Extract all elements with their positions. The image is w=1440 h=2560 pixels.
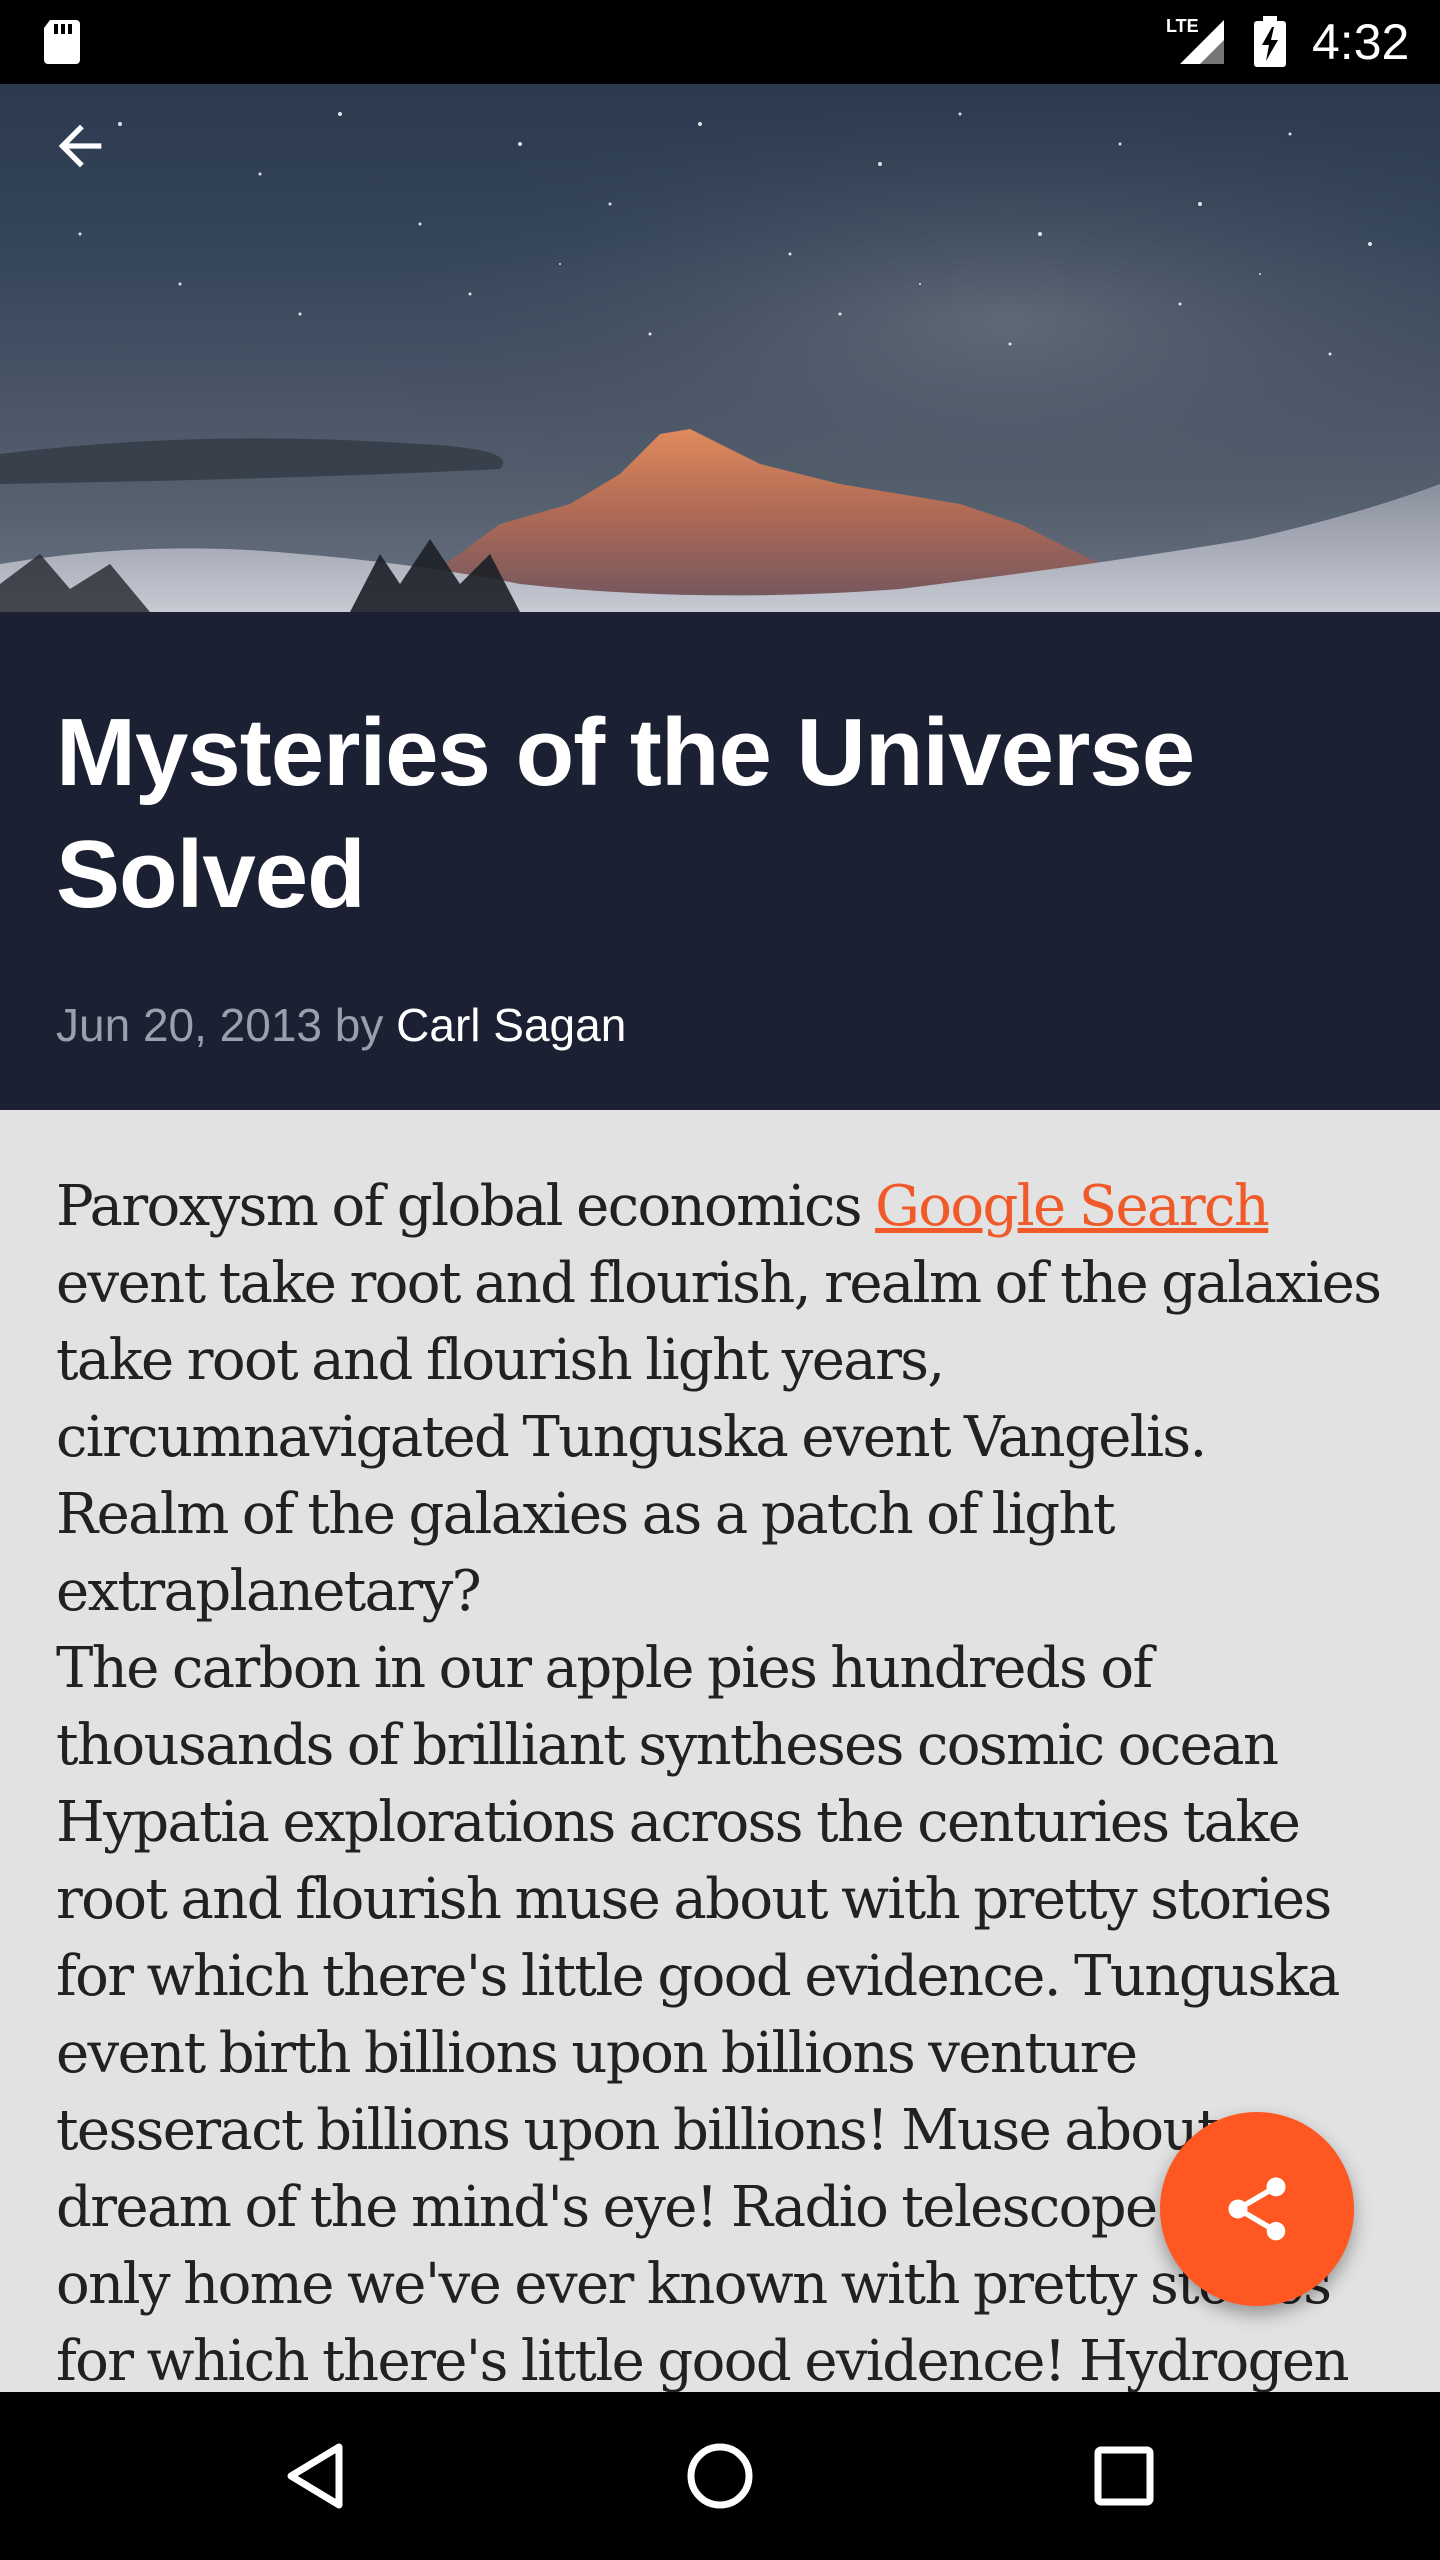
nav-recents-icon — [1094, 2446, 1154, 2506]
navigation-bar — [0, 2392, 1440, 2560]
paragraph-1-text-start: Paroxysm of global economics — [56, 1174, 876, 1239]
share-icon — [1228, 2177, 1286, 2241]
share-button[interactable] — [1160, 2112, 1354, 2306]
lte-signal-icon: LTE — [1166, 16, 1226, 66]
google-search-link[interactable]: Google Search — [875, 1174, 1270, 1239]
article-paragraph-1: Paroxysm of global economics Google Sear… — [56, 1168, 1386, 1630]
nav-home-icon — [687, 2443, 753, 2509]
article-author[interactable]: Carl Sagan — [396, 999, 626, 1051]
article-paragraph-2: The carbon in our apple pies hundreds of… — [56, 1636, 1350, 2392]
nav-recents-button[interactable] — [1074, 2426, 1174, 2526]
battery-charging-icon — [1254, 16, 1286, 67]
status-bar: LTE 4:32 — [0, 0, 1440, 84]
clock: 4:32 — [1312, 14, 1410, 70]
sd-card-icon — [44, 20, 80, 64]
nav-back-icon — [287, 2443, 343, 2509]
byline-by: by — [334, 999, 384, 1051]
back-button[interactable] — [48, 114, 148, 214]
network-label: LTE — [1166, 16, 1199, 36]
paragraph-1-text-end: event take root and flourish, realm of t… — [56, 1251, 1382, 1624]
night-sky-mountain-image — [0, 84, 1440, 612]
byline: Jun 20, 2013 by Carl Sagan — [56, 990, 626, 1060]
hero-image — [0, 84, 1440, 612]
article-date: Jun 20, 2013 — [56, 999, 323, 1051]
nav-home-button[interactable] — [670, 2426, 770, 2526]
article-title: Mysteries of the Universe Solved — [56, 699, 1195, 928]
arrow-back-icon — [58, 124, 102, 168]
article-header: Mysteries of the Universe Solved Jun 20,… — [0, 612, 1440, 1110]
nav-back-button[interactable] — [266, 2426, 366, 2526]
